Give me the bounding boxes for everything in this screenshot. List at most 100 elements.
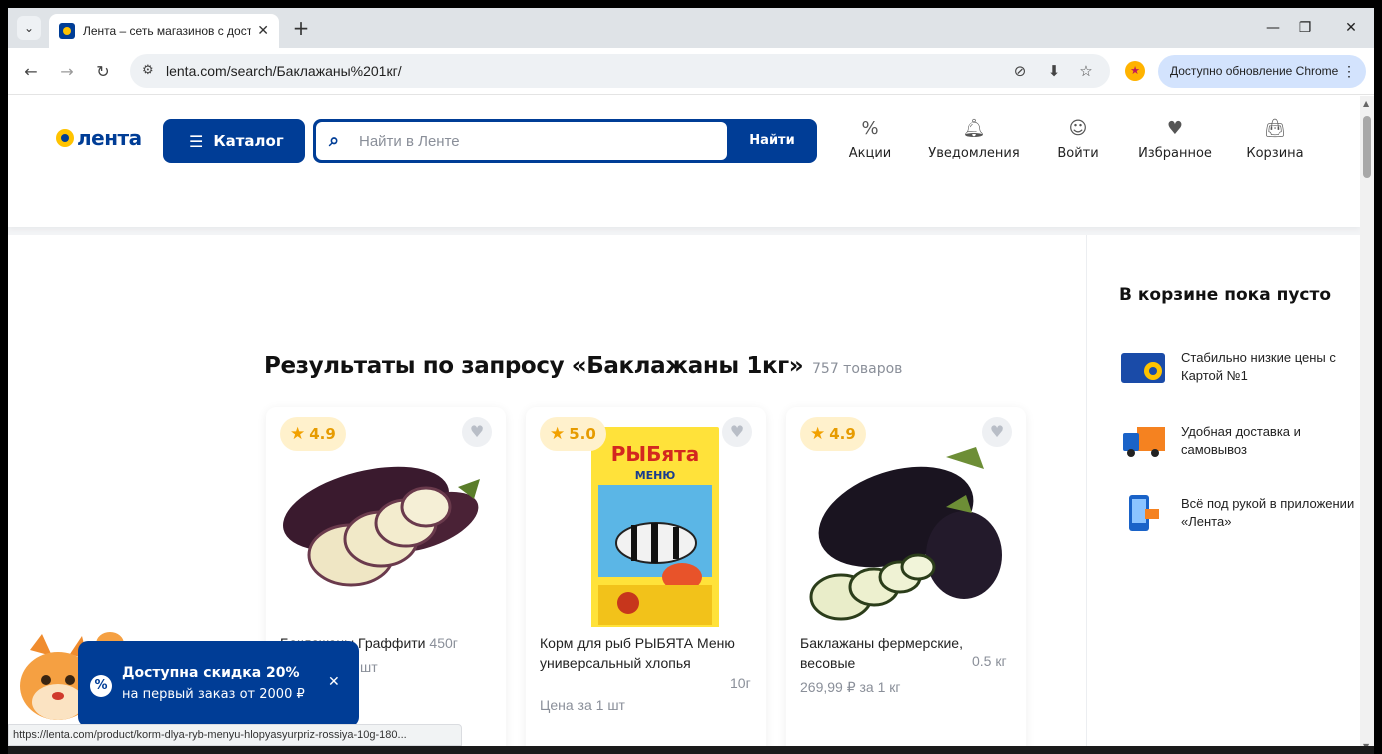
- discount-promo[interactable]: % Доступна скидка 20% на первый заказ от…: [78, 641, 359, 727]
- reload-icon[interactable]: ↻: [91, 60, 115, 84]
- nav-label: Избранное: [1138, 146, 1212, 161]
- list-icon: ☰: [189, 131, 204, 151]
- rating-badge: ★ 4.9: [280, 417, 346, 451]
- browser-toolbar: ← → ↻ ⚙ lenta.com/search/Баклажаны%201кг…: [8, 48, 1374, 95]
- kebab-menu-icon[interactable]: ⋮: [1342, 55, 1356, 88]
- url-text: lenta.com/search/Баклажаны%201кг/: [166, 63, 402, 79]
- eye-off-icon[interactable]: ⊘: [1010, 62, 1030, 80]
- card-icon: [1121, 353, 1165, 383]
- nav-favorites[interactable]: ♥ Избранное: [1130, 118, 1220, 161]
- eggplant-image: [809, 447, 1002, 621]
- cart-icon: 👜︎: [1263, 118, 1287, 139]
- results-count: 757 товаров: [812, 361, 903, 377]
- nav-notifications[interactable]: 🔔︎ Уведомления: [924, 118, 1024, 161]
- product-title: Баклажаны фермерские, весовые: [800, 635, 963, 671]
- star-icon: ★: [810, 424, 826, 444]
- favorite-heart-icon[interactable]: ♥: [462, 417, 492, 447]
- extension-icon[interactable]: ★: [1125, 61, 1145, 81]
- close-tab-icon[interactable]: ✕: [257, 23, 269, 39]
- fish-food-image: РЫБята МЕНЮ: [591, 427, 719, 627]
- perk-text: Стабильно низкие цены с Картой №1: [1181, 350, 1336, 383]
- bell-icon: 🔔︎: [962, 118, 986, 139]
- promo-subtitle: на первый заказ от 2000 ₽: [122, 687, 305, 702]
- update-chrome-button[interactable]: Доступно обновление Chrome ⋮: [1158, 55, 1366, 88]
- minimize-icon[interactable]: —: [1258, 16, 1288, 40]
- product-price: Цена за 1 шт: [540, 697, 625, 713]
- product-weight: 450г: [429, 635, 458, 651]
- search-input[interactable]: ⌕ Найти в Ленте: [316, 122, 727, 160]
- bookmark-star-icon[interactable]: ☆: [1076, 62, 1096, 80]
- product-name: Баклажаны фермерские, весовые: [800, 633, 970, 673]
- nav-cart[interactable]: 👜︎ Корзина: [1244, 118, 1306, 161]
- tab-search-button[interactable]: ⌄: [17, 16, 41, 40]
- perk-text: Удобная доставка и самовывоз: [1181, 424, 1301, 457]
- restore-icon[interactable]: ❐: [1290, 16, 1320, 40]
- nav-label: Уведомления: [928, 146, 1020, 161]
- page-scrollbar[interactable]: ▲ ▼: [1360, 96, 1374, 754]
- catalog-button[interactable]: ☰ Каталог: [163, 119, 305, 163]
- cart-empty-title: В корзине пока пусто: [1119, 285, 1332, 305]
- back-icon[interactable]: ←: [19, 60, 43, 84]
- nav-login[interactable]: ☺ Войти: [1048, 118, 1108, 161]
- phone-icon: [1129, 495, 1159, 531]
- browser-window: ⌄ Лента – сеть магазинов с доставкой ✕ +…: [8, 8, 1374, 754]
- search-placeholder: Найти в Ленте: [359, 133, 460, 150]
- install-app-icon[interactable]: ⬇: [1044, 62, 1064, 80]
- cart-sidebar: В корзине пока пусто Стабильно низкие це…: [1086, 235, 1360, 754]
- sunflower-icon: [56, 129, 74, 147]
- nav-label: Корзина: [1246, 146, 1304, 161]
- chevron-down-icon: ⌄: [23, 21, 35, 35]
- scrollbar-thumb[interactable]: [1363, 116, 1371, 178]
- product-price: 269,99 ₽ за 1 кг: [800, 679, 901, 695]
- star-icon: ★: [550, 424, 566, 444]
- status-bar-url: https://lenta.com/product/korm-dlya-ryb-…: [8, 724, 462, 746]
- percent-icon: %: [90, 675, 112, 697]
- update-label: Доступно обновление Chrome: [1170, 64, 1339, 78]
- lenta-favicon-icon: [59, 23, 75, 39]
- scroll-up-icon[interactable]: ▲: [1363, 99, 1369, 108]
- nav-label: Войти: [1057, 146, 1099, 161]
- results-title: Результаты по запросу «Баклажаны 1кг»: [264, 353, 804, 379]
- user-icon: ☺: [1068, 118, 1088, 139]
- nav-promotions[interactable]: % Акции: [842, 118, 898, 161]
- favorite-heart-icon[interactable]: ♥: [722, 417, 752, 447]
- package-subtitle: МЕНЮ: [635, 469, 676, 482]
- page-viewport: лента ☰ Каталог ⌕ Найти в Ленте Найти % …: [8, 96, 1374, 754]
- rating-badge: ★ 5.0: [540, 417, 606, 451]
- site-info-icon[interactable]: ⚙: [142, 63, 154, 78]
- promo-heading: Доступна скидка 20%: [122, 665, 300, 681]
- product-name: Корм для рыб РЫБЯТА Меню универсальный х…: [540, 633, 754, 673]
- rating-value: 4.9: [829, 425, 856, 443]
- favorite-heart-icon[interactable]: ♥: [982, 417, 1012, 447]
- nav-label: Акции: [848, 146, 892, 161]
- search-button[interactable]: Найти: [727, 119, 817, 163]
- close-window-icon[interactable]: ✕: [1336, 16, 1366, 40]
- site-header: лента ☰ Каталог ⌕ Найти в Ленте Найти % …: [8, 96, 1360, 227]
- close-promo-icon[interactable]: ✕: [328, 674, 340, 690]
- heart-icon: ♥: [1166, 118, 1184, 139]
- search-bar: ⌕ Найти в Ленте Найти: [313, 119, 817, 163]
- product-card[interactable]: ★ 4.9 ♥ Баклажаны фермерские, весовые 0.…: [786, 407, 1026, 754]
- perk-app: Всё под рукой в приложении «Лента»: [1119, 495, 1359, 531]
- rating-badge: ★ 4.9: [800, 417, 866, 451]
- tab-strip: ⌄ Лента – сеть магазинов с доставкой ✕ +…: [8, 8, 1374, 48]
- rating-value: 5.0: [569, 425, 596, 443]
- new-tab-button[interactable]: +: [289, 16, 313, 40]
- logo-text: лента: [77, 126, 142, 150]
- product-price: шт: [360, 659, 378, 675]
- star-icon: ★: [290, 424, 306, 444]
- perk-delivery: Удобная доставка и самовывоз: [1119, 423, 1359, 459]
- forward-icon[interactable]: →: [55, 60, 79, 84]
- product-weight: 0.5 кг: [972, 653, 1007, 669]
- product-weight: 10г: [730, 675, 751, 691]
- product-card[interactable]: РЫБята МЕНЮ ★ 5.0 ♥ Корм для рыб РЫБЯТА …: [526, 407, 766, 754]
- rating-value: 4.9: [309, 425, 336, 443]
- tab-lenta[interactable]: Лента – сеть магазинов с доставкой ✕: [49, 14, 279, 48]
- tab-title: Лента – сеть магазинов с доставкой: [83, 24, 251, 38]
- address-bar[interactable]: ⚙ lenta.com/search/Баклажаны%201кг/ ⊘ ⬇ …: [130, 54, 1110, 88]
- search-icon: ⌕: [329, 130, 340, 151]
- eggplant-image: [283, 466, 480, 587]
- lenta-logo[interactable]: лента: [56, 126, 142, 150]
- taskbar-strip: [8, 746, 1374, 754]
- product-title: Корм для рыб РЫБЯТА Меню универсальный х…: [540, 635, 735, 671]
